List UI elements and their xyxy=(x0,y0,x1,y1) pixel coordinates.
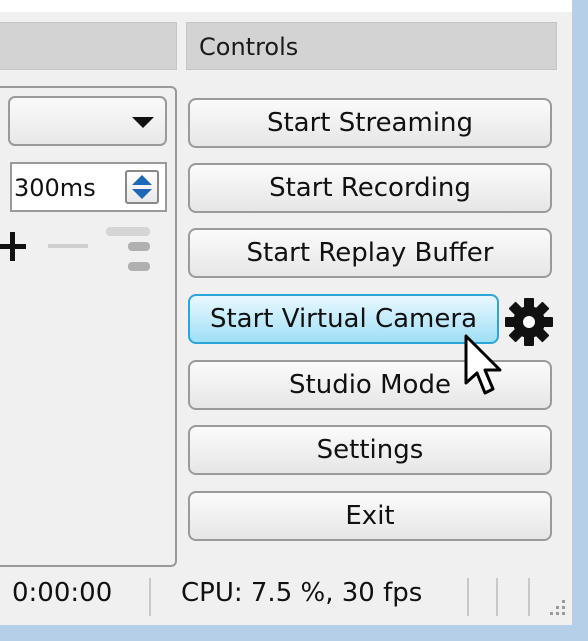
window-edge-right xyxy=(572,0,588,641)
stack-bar-1 xyxy=(106,227,150,236)
decrement-arrow-icon[interactable] xyxy=(132,189,152,199)
mouse-pointer-icon xyxy=(464,334,502,395)
start-virtual-camera-button[interactable]: Start Virtual Camera xyxy=(188,294,499,344)
start-recording-button[interactable]: Start Recording xyxy=(188,163,552,213)
chevron-down-icon xyxy=(132,117,154,128)
window-edge-bottom xyxy=(0,625,588,641)
status-separator xyxy=(149,578,151,616)
stream-time: 0:00:00 xyxy=(12,578,113,608)
status-separator xyxy=(496,578,498,616)
left-dock-header xyxy=(0,22,177,70)
gear-icon[interactable] xyxy=(503,296,555,348)
increment-arrow-icon[interactable] xyxy=(132,175,152,185)
duration-stepper[interactable] xyxy=(125,170,159,204)
app-window: Controls 300ms Start Streaming Start Rec… xyxy=(0,0,588,641)
duration-spinbox[interactable]: 300ms xyxy=(10,162,167,212)
resize-grip-icon[interactable] xyxy=(540,596,570,622)
status-separator xyxy=(467,578,469,616)
transition-select[interactable] xyxy=(8,96,167,146)
cpu-status: CPU: 7.5 %, 30 fps xyxy=(181,578,423,608)
transitions-panel xyxy=(0,86,177,567)
start-streaming-button[interactable]: Start Streaming xyxy=(188,98,552,148)
remove-icon[interactable] xyxy=(48,244,88,248)
settings-button[interactable]: Settings xyxy=(188,425,552,475)
main-area: Controls 300ms Start Streaming Start Rec… xyxy=(0,0,572,625)
status-separator xyxy=(528,578,530,616)
add-icon-stem[interactable] xyxy=(10,232,15,261)
stack-bar-2 xyxy=(128,242,150,251)
exit-button[interactable]: Exit xyxy=(188,491,552,541)
stack-bar-3[interactable] xyxy=(128,262,150,271)
controls-dock-header: Controls xyxy=(186,22,557,70)
duration-value: 300ms xyxy=(14,174,96,202)
controls-dock-title: Controls xyxy=(199,33,299,61)
start-replay-buffer-button[interactable]: Start Replay Buffer xyxy=(188,228,552,278)
top-strip xyxy=(0,0,572,12)
